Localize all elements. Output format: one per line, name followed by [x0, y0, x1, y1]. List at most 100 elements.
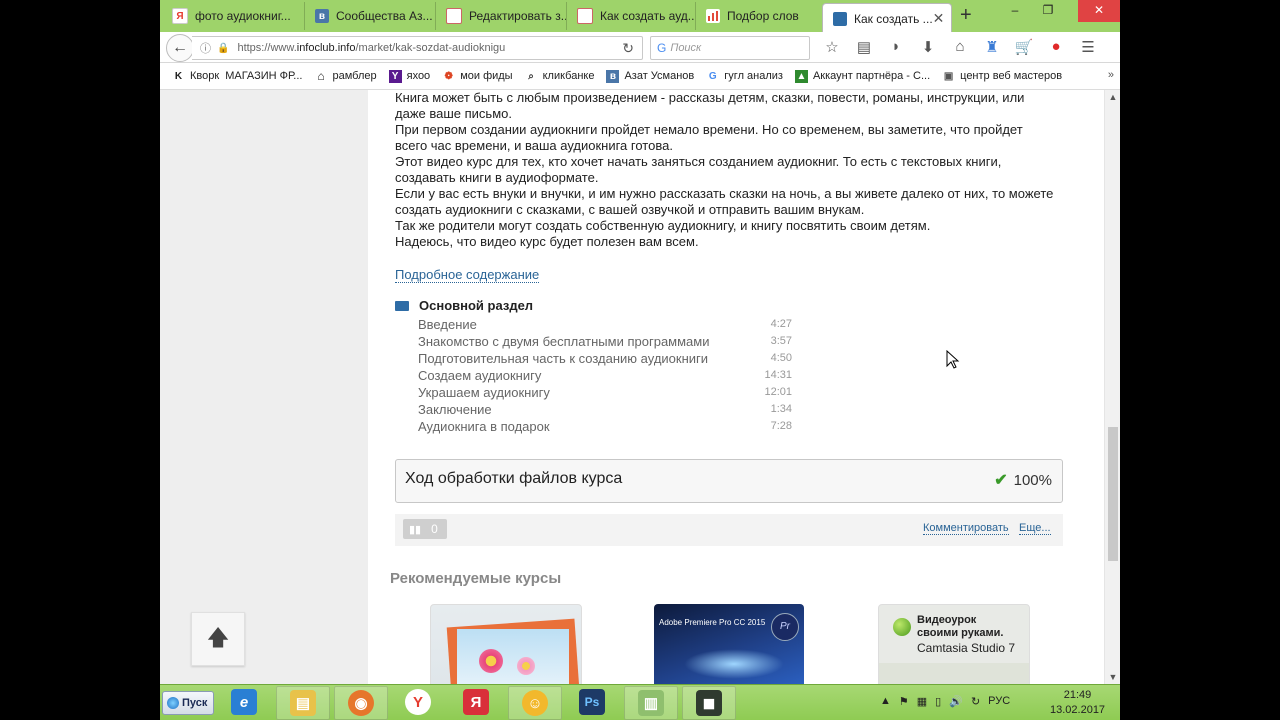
processing-title: Ход обработки файлов курса: [405, 470, 623, 487]
flag-icon[interactable]: ⚑: [899, 695, 909, 708]
section-title: Основной раздел: [419, 298, 534, 313]
taskbar-app[interactable]: ◼: [682, 686, 736, 720]
cart-icon[interactable]: 🛒: [1008, 38, 1040, 56]
tab-active[interactable]: Как создать ... ✕: [822, 3, 952, 33]
close-window-button[interactable]: ✕: [1078, 0, 1120, 22]
home-icon: ⌂: [317, 69, 325, 83]
reload-icon[interactable]: ↻: [622, 40, 634, 57]
lesson-duration: 7:28: [770, 420, 792, 432]
lock-icon: 🔒: [217, 42, 230, 54]
lesson-item[interactable]: Украшаем аудиокнигу 12:01: [418, 384, 792, 401]
tab-4[interactable]: Как создать ауд...: [567, 2, 696, 30]
bookmarks-overflow-button[interactable]: »: [1108, 69, 1114, 81]
tab-5[interactable]: Подбор слов: [696, 2, 820, 30]
course-card[interactable]: [430, 604, 582, 684]
scroll-to-top-button[interactable]: 🡅: [191, 612, 245, 666]
description-paragraph: Если у вас есть внуки и внучки, и им нуж…: [395, 186, 1054, 217]
course-card[interactable]: Видеоурок своими руками. Camtasia Studio…: [878, 604, 1030, 684]
taskbar-app[interactable]: Y: [392, 686, 444, 718]
home-icon[interactable]: ⌂: [944, 38, 976, 56]
taskbar-app[interactable]: ▥: [624, 686, 678, 720]
bookmark-item[interactable]: ⌂ рамблер: [314, 69, 376, 83]
bookmark-item[interactable]: Gгугл анализ: [706, 70, 783, 83]
reading-list-icon[interactable]: ▤: [848, 38, 880, 56]
description-paragraph: Надеюсь, что видео курс будет полезен ва…: [395, 234, 699, 249]
course-card[interactable]: Adobe Premiere Pro CC 2015 Pr: [654, 604, 804, 684]
kwork-icon: K: [174, 70, 183, 82]
section-header[interactable]: Основной раздел: [395, 298, 533, 313]
detailed-contents-link[interactable]: Подробное содержание: [395, 267, 540, 283]
pocket-icon[interactable]: ◗: [880, 38, 912, 56]
tab-3[interactable]: Редактировать з...: [436, 2, 567, 30]
bookmark-item[interactable]: ▣ центр веб мастеров: [942, 70, 1062, 83]
tab-1[interactable]: Я фото аудиокниг...: [162, 2, 305, 30]
network-icon[interactable]: ▦: [917, 695, 927, 708]
description-paragraph: Книга может быть с любым произведением -…: [395, 90, 1025, 121]
lesson-duration: 4:50: [770, 352, 792, 364]
google-icon: G: [657, 41, 667, 55]
addon-icon[interactable]: ●: [1040, 38, 1072, 56]
bookmark-item[interactable]: Yяхоо: [388, 69, 430, 83]
bookmark-star-icon[interactable]: ☆: [816, 38, 848, 56]
lesson-item[interactable]: Знакомство с двумя бесплатными программа…: [418, 333, 792, 350]
camtasia-logo-icon: [893, 618, 911, 636]
start-button[interactable]: Пуск: [162, 691, 214, 715]
bookmark-item[interactable]: в Азат Усманов: [606, 69, 694, 83]
maximize-button[interactable]: ❐: [1033, 0, 1063, 22]
internet-explorer-icon: e: [231, 689, 257, 715]
webmaster-icon: ▣: [943, 70, 954, 82]
views-counter[interactable]: ▮▮ 0: [403, 519, 447, 539]
comment-link[interactable]: Комментировать: [923, 522, 1009, 535]
vk-icon: в: [606, 69, 620, 83]
show-hidden-icons-button[interactable]: ▲: [880, 695, 891, 708]
course-description: Книга может быть с любым произведением -…: [395, 90, 1055, 250]
volume-icon[interactable]: 🔊: [949, 695, 963, 708]
taskbar-app[interactable]: Ps: [566, 686, 618, 718]
new-tab-button[interactable]: +: [960, 4, 972, 27]
partner-icon: ▲: [794, 69, 808, 83]
search-input[interactable]: G Поиск: [650, 36, 810, 60]
taskbar-app[interactable]: Я: [450, 686, 502, 718]
download-icon[interactable]: ⬇: [912, 38, 944, 56]
navigation-bar: ← ⓘ 🔒 https://www.infoclub.info/market/k…: [160, 32, 1120, 63]
scroll-up-icon[interactable]: ▲: [1105, 92, 1120, 102]
taskbar-app[interactable]: e: [218, 686, 270, 718]
vertical-scrollbar[interactable]: ▲ ▼: [1104, 90, 1120, 684]
lesson-duration: 1:34: [770, 403, 792, 415]
extension-icon[interactable]: ♜: [976, 38, 1008, 56]
scrollbar-thumb[interactable]: [1108, 427, 1118, 561]
card-line: Видеоурок: [917, 614, 977, 626]
taskbar-app[interactable]: ☺: [508, 686, 562, 720]
minimize-button[interactable]: –: [1000, 0, 1030, 22]
lesson-item[interactable]: Подготовительная часть к созданию аудиок…: [418, 350, 792, 367]
taskbar-app[interactable]: ◉: [334, 686, 388, 720]
bookmark-item[interactable]: ▲ Аккаунт партнёра - С...: [794, 69, 930, 83]
bookmark-item[interactable]: ⌕ кликбанке: [525, 70, 594, 83]
lesson-item[interactable]: Аудиокнига в подарок 7:28: [418, 418, 792, 435]
bookmark-item[interactable]: K Кворк: [172, 70, 219, 83]
info-icon[interactable]: ⓘ: [200, 40, 211, 56]
lesson-item[interactable]: Создаем аудиокнигу 14:31: [418, 367, 792, 384]
wordstat-icon: [706, 9, 720, 23]
folder-icon: [395, 300, 409, 311]
more-actions-link[interactable]: Еще...: [1019, 522, 1051, 535]
scroll-down-icon[interactable]: ▼: [1105, 672, 1120, 682]
close-tab-icon[interactable]: ✕: [933, 10, 945, 27]
lesson-duration: 12:01: [764, 386, 792, 398]
yandex-browser-icon: Y: [405, 689, 431, 715]
taskbar-app[interactable]: ▤: [276, 686, 330, 720]
back-button[interactable]: ←: [166, 34, 194, 62]
sync-icon[interactable]: ↻: [971, 695, 980, 708]
lesson-item[interactable]: Заключение 1:34: [418, 401, 792, 418]
premiere-logo-icon: Pr: [771, 613, 799, 641]
bookmark-item[interactable]: МАГАЗИН ФР...: [225, 70, 302, 82]
bookmark-item[interactable]: ❁ мои фиды: [442, 70, 512, 83]
address-bar[interactable]: ⓘ 🔒 https://www.infoclub.info/market/kak…: [192, 36, 643, 60]
search-placeholder: Поиск: [670, 42, 702, 54]
lesson-item[interactable]: Введение 4:27: [418, 316, 792, 333]
power-icon[interactable]: ▯: [935, 695, 941, 708]
tab-2[interactable]: в Сообщества Аз...: [305, 2, 436, 30]
language-indicator[interactable]: РУС: [988, 695, 1010, 708]
menu-icon[interactable]: ☰: [1072, 38, 1104, 56]
clock[interactable]: 21:49 13.02.2017: [1050, 688, 1105, 718]
